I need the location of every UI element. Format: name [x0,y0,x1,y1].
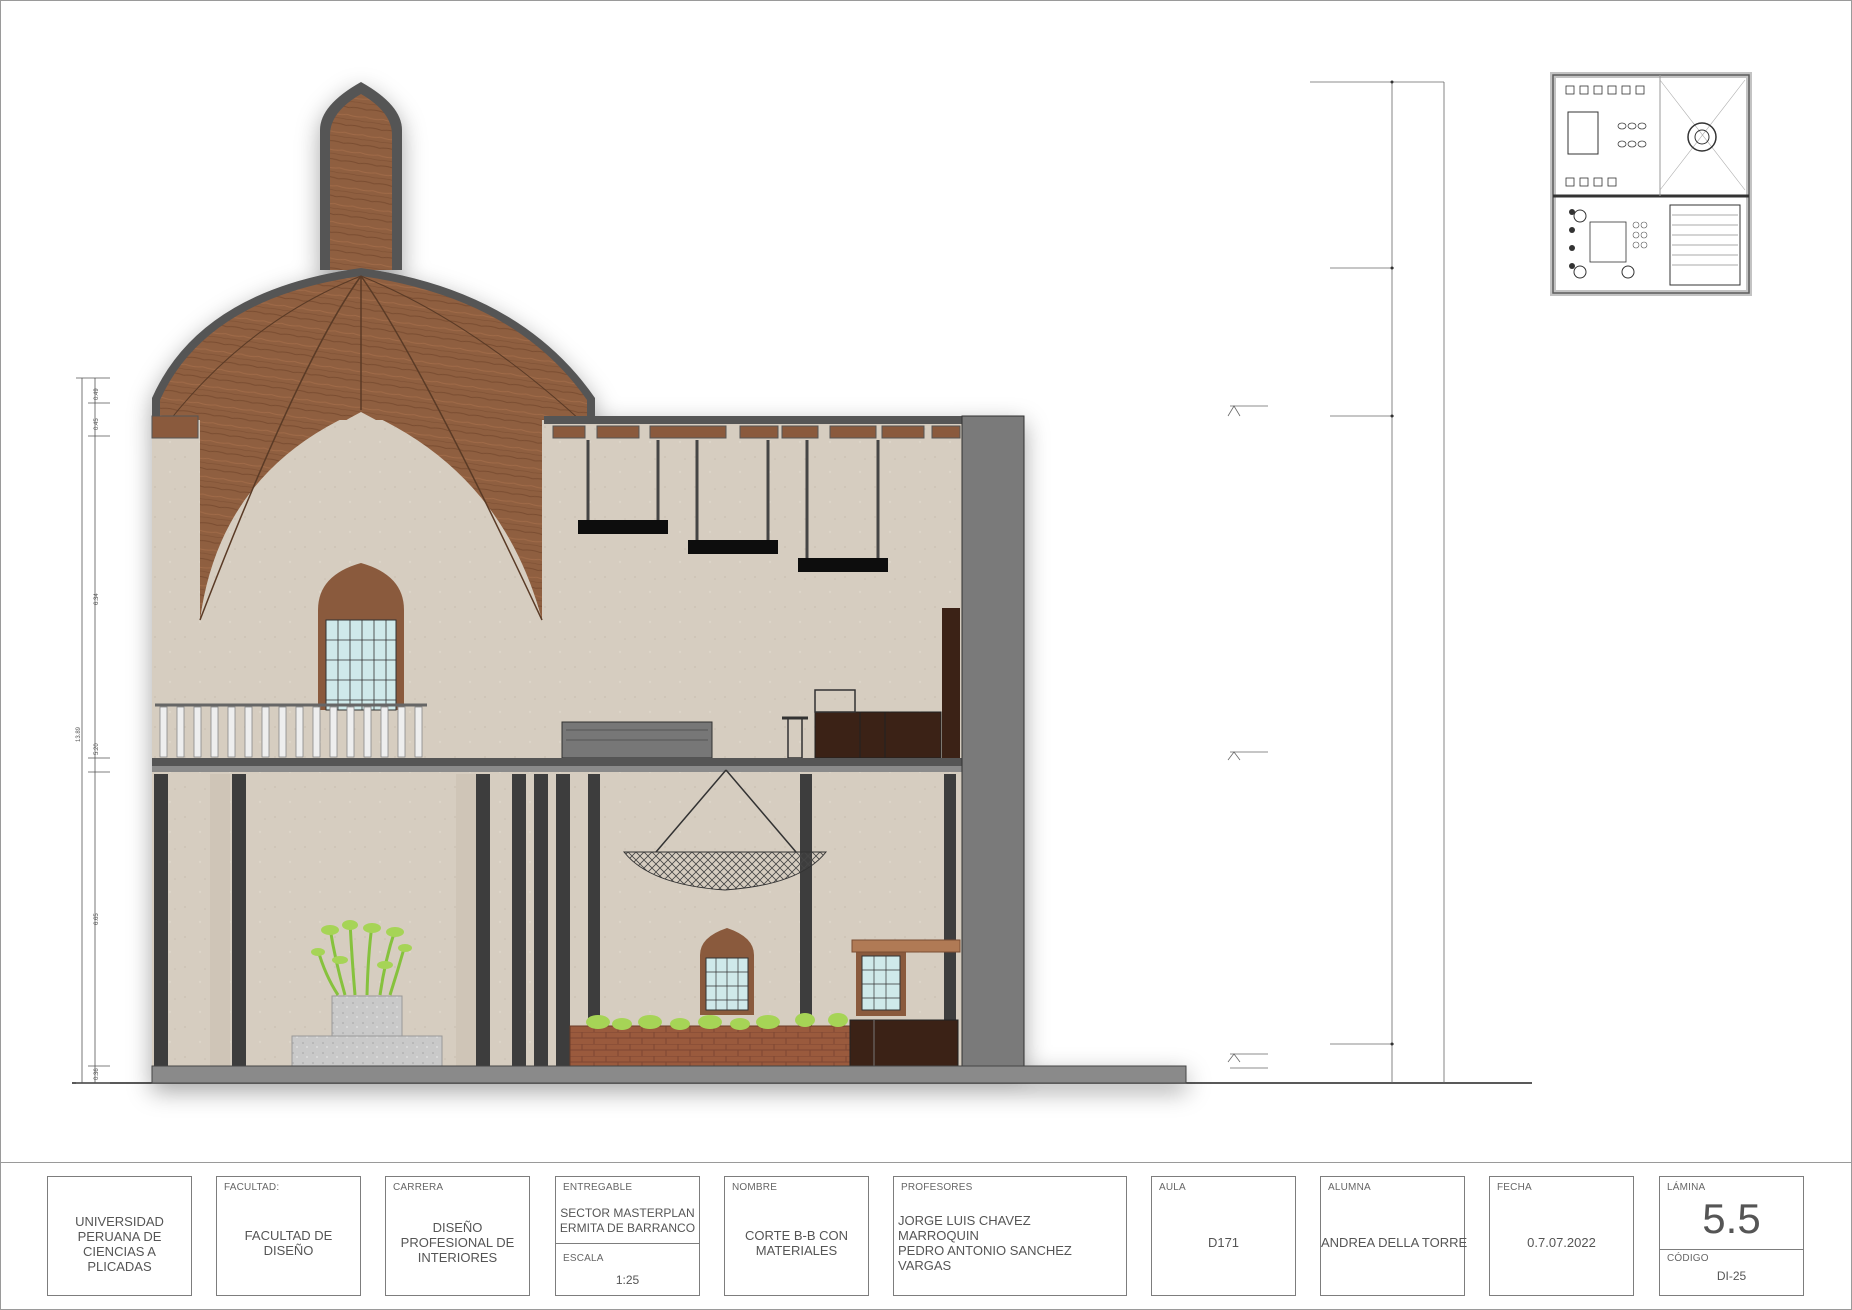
entregable-label: ENTREGABLE [563,1182,633,1193]
section-drawing: 13.89 0.49 0.45 6.34 5.20 6.65 0.36 [72,72,1752,1084]
dim-segment-5: 6.65 [94,913,100,925]
aula-label: AULA [1159,1182,1186,1193]
profesores-value: JORGE LUIS CHAVEZ MARROQUIN PEDRO ANTONI… [898,1213,1072,1273]
aula-value: D171 [1207,1235,1240,1250]
dim-segment-3: 6.34 [94,593,100,605]
alumna-label: ALUMNA [1328,1182,1371,1193]
university-box: UNIVERSIDAD PERUANA DE CIENCIAS A PLICAD… [47,1176,192,1296]
dim-segment-1: 0.49 [94,388,100,400]
carrera-box: CARRERA DISEÑO PROFESIONAL DE INTERIORES [385,1176,530,1296]
alumna-value: ANDREA DELLA TORRE [1321,1235,1468,1250]
alumna-box: ALUMNA ANDREA DELLA TORRE [1320,1176,1468,1296]
dim-total: 13.89 [76,726,82,742]
codigo-label: CÓDIGO [1667,1253,1709,1264]
profesores-label: PROFESORES [901,1182,973,1193]
facultad-value: FACULTAD DE DISEÑO [244,1228,333,1258]
dim-segment-6: 0.36 [94,1068,100,1080]
fecha-box: FECHA 0.7.07.2022 [1489,1176,1634,1296]
lamina-box: LÁMINA 5.5 CÓDIGO DI-25 [1659,1176,1804,1296]
nombre-box: NOMBRE CORTE B-B CON MATERIALES [724,1176,869,1296]
escala-label: ESCALA [563,1253,604,1264]
title-block-divider [0,1162,1852,1163]
entregable-box: ENTREGABLE SECTOR MASTERPLAN ERMITA DE B… [555,1176,700,1296]
key-plan [1550,72,1752,296]
codigo-divider [1660,1249,1803,1250]
fecha-value: 0.7.07.2022 [1527,1235,1596,1250]
facultad-box: FACULTAD: FACULTAD DE DISEÑO [216,1176,361,1296]
profesores-box: PROFESORES JORGE LUIS CHAVEZ MARROQUIN P… [893,1176,1127,1296]
lamina-label: LÁMINA [1667,1182,1706,1193]
drawing-sheet: 13.89 0.49 0.45 6.34 5.20 6.65 0.36 UNIV… [0,0,1852,1310]
carrera-label: CARRERA [393,1182,444,1193]
aula-box: AULA D171 [1151,1176,1296,1296]
nombre-value: CORTE B-B CON MATERIALES [744,1228,849,1258]
dim-segment-2: 0.45 [94,418,100,430]
carrera-value: DISEÑO PROFESIONAL DE INTERIORES [400,1220,515,1265]
entregable-value: SECTOR MASTERPLAN ERMITA DE BARRANCO [559,1206,696,1235]
lamina-value: 5.5 [1702,1195,1761,1242]
facultad-label: FACULTAD: [224,1182,280,1193]
escala-divider [556,1243,699,1244]
nombre-label: NOMBRE [732,1182,778,1193]
university-name: UNIVERSIDAD PERUANA DE CIENCIAS A PLICAD… [75,1214,164,1274]
dim-segment-4: 5.20 [94,743,100,755]
codigo-value: DI-25 [1716,1269,1747,1283]
escala-value: 1:25 [615,1273,640,1287]
fecha-label: FECHA [1497,1182,1532,1193]
